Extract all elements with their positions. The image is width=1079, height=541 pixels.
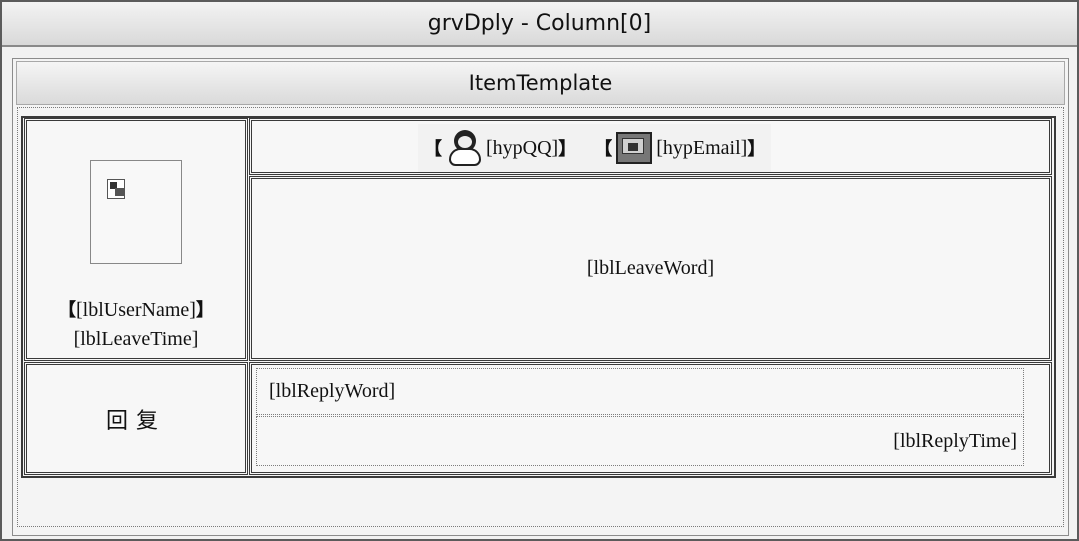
reply-time-label[interactable]: [lblReplyTime] <box>893 430 1017 453</box>
leave-word-label[interactable]: [lblLeaveWord] <box>587 257 714 280</box>
reply-word-label[interactable]: [lblReplyWord] <box>269 380 395 403</box>
qq-bracket-close: 】 <box>558 139 577 160</box>
user-avatar-image[interactable] <box>90 160 182 264</box>
email-bracket-close: 】 <box>747 139 766 160</box>
column-title: grvDply - Column[0] <box>427 11 652 36</box>
reply-word-box[interactable]: [lblReplyWord] <box>256 368 1024 415</box>
email-icon[interactable] <box>614 128 654 168</box>
email-bracket-open: 【 <box>594 139 613 160</box>
bracket-close: 】 <box>195 300 214 321</box>
qq-link[interactable]: [hypQQ] <box>486 137 558 160</box>
leave-word-area: [lblLeaveWord] <box>249 176 1052 361</box>
reply-label: 回复 <box>105 408 166 434</box>
email-link[interactable]: [hypEmail] <box>656 137 747 160</box>
item-template-header[interactable]: ItemTemplate <box>16 61 1065 105</box>
column-title-bar[interactable]: grvDply - Column[0] <box>2 2 1077 47</box>
leave-time-label[interactable]: [lblLeaveTime] <box>24 325 248 353</box>
contact-links-row: 【 [hypQQ] 】 【 [hypEmail] 】 <box>418 124 772 172</box>
broken-image-icon <box>107 179 125 199</box>
bracket-open: 【 <box>58 300 77 321</box>
username-label[interactable]: [lblUserName] <box>76 299 196 321</box>
item-template-title: ItemTemplate <box>468 71 613 95</box>
qq-bracket-open: 【 <box>424 139 442 160</box>
qq-icon[interactable] <box>444 128 484 168</box>
user-text-block: 【[lblUserName]】 [lblLeaveTime] <box>24 296 248 353</box>
reply-time-box[interactable]: [lblReplyTime] <box>256 416 1024 466</box>
